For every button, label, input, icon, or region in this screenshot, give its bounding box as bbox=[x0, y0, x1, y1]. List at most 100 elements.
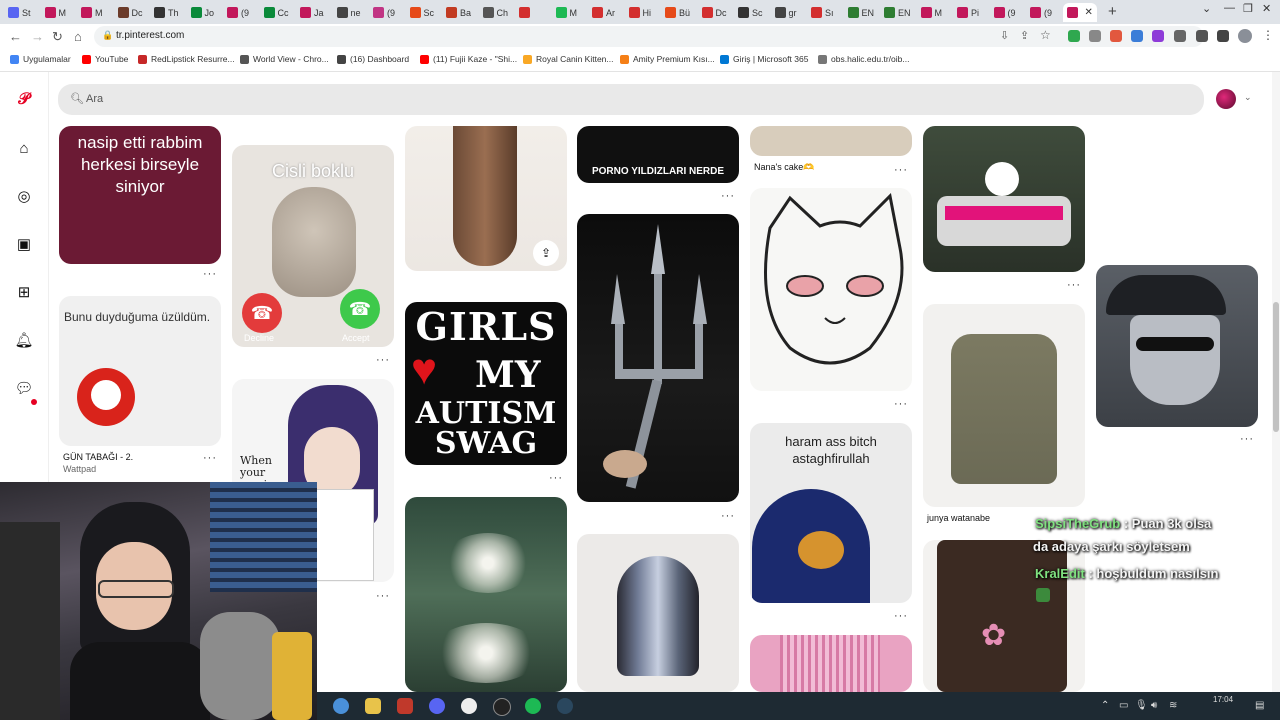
share-icon[interactable]: ⇪ bbox=[533, 240, 559, 266]
bookmark-item[interactable]: Amity Premium Kısı... bbox=[620, 54, 715, 64]
chevron-down-icon[interactable]: ⌄ bbox=[1244, 92, 1252, 103]
address-bar[interactable]: 🔒 tr.pinterest.com ⇩ ⇪ ☆ bbox=[94, 26, 1204, 47]
bookmark-item[interactable]: RedLipstick Resurre... bbox=[138, 54, 235, 64]
pin-card[interactable] bbox=[405, 497, 567, 692]
browser-tab[interactable]: Ja bbox=[296, 3, 331, 22]
chrome-icon[interactable] bbox=[333, 698, 349, 714]
reload-icon[interactable]: ↻ bbox=[52, 29, 63, 45]
browser-tab[interactable]: M bbox=[552, 3, 587, 22]
forward-icon[interactable]: → bbox=[31, 29, 44, 44]
pin-card[interactable] bbox=[1096, 265, 1258, 427]
pin-card[interactable] bbox=[750, 188, 912, 391]
pin-more-icon[interactable]: ··· bbox=[721, 190, 735, 202]
minimize-icon[interactable]: — bbox=[1224, 2, 1235, 14]
pin-title[interactable]: Nana's cake🫶 bbox=[754, 162, 814, 173]
browser-tab[interactable]: Ch bbox=[479, 3, 514, 22]
browser-tab[interactable]: Sc bbox=[734, 3, 769, 22]
scrollbar-thumb[interactable] bbox=[1273, 302, 1279, 432]
browser-tab[interactable]: St bbox=[4, 3, 39, 22]
browser-tab[interactable]: Cc bbox=[260, 3, 295, 22]
bookmark-item[interactable]: World View - Chro... bbox=[240, 54, 329, 64]
chrome-profile-icon[interactable] bbox=[461, 698, 477, 714]
search-bar[interactable]: 🔍︎ Ara bbox=[58, 84, 1204, 115]
browser-tab[interactable]: Ba bbox=[442, 3, 477, 22]
pin-card[interactable]: Bunu duyduğuma üzüldüm. bbox=[59, 296, 221, 446]
profile-avatar[interactable] bbox=[1238, 29, 1252, 43]
obs-icon[interactable] bbox=[493, 698, 511, 716]
bookmark-item[interactable]: obs.halic.edu.tr/oib... bbox=[818, 54, 909, 64]
browser-tab[interactable]: Ar bbox=[588, 3, 623, 22]
browser-tab[interactable]: M bbox=[77, 3, 112, 22]
notifications-bell-icon[interactable]: 🔔︎ bbox=[14, 330, 34, 350]
pin-source[interactable]: Wattpad bbox=[63, 464, 96, 474]
extension-icon[interactable] bbox=[1152, 30, 1164, 42]
pin-card[interactable]: nasip etti rabbim herkesi birseyle siniy… bbox=[59, 126, 221, 264]
pin-card[interactable]: Cisli boklu ☎ ☎ Decline Accept bbox=[232, 145, 394, 347]
browser-tab[interactable]: Th bbox=[150, 3, 185, 22]
pin-card[interactable]: GIRLS ♥ MY AUTISM SWAG bbox=[405, 302, 567, 465]
browser-tab[interactable]: (9 bbox=[990, 3, 1025, 22]
home-icon[interactable]: ⌂ bbox=[14, 138, 34, 158]
close-tab-icon[interactable]: ✕ bbox=[1085, 7, 1093, 18]
new-tab-button[interactable]: + bbox=[1108, 3, 1117, 20]
pin-card[interactable] bbox=[577, 534, 739, 692]
browser-tab[interactable] bbox=[515, 3, 550, 22]
discord-icon[interactable] bbox=[429, 698, 445, 714]
bookmark-item[interactable]: Giriş | Microsoft 365 bbox=[720, 54, 808, 64]
boards-icon[interactable]: ▣ bbox=[14, 234, 34, 254]
browser-tab[interactable]: Hi bbox=[625, 3, 660, 22]
close-window-icon[interactable]: ✕ bbox=[1262, 2, 1271, 15]
back-icon[interactable]: ← bbox=[9, 29, 22, 44]
user-avatar[interactable] bbox=[1216, 89, 1236, 109]
pin-card[interactable] bbox=[750, 126, 912, 156]
bookmark-item[interactable]: (16) Dashboard bbox=[337, 54, 409, 64]
sidebar-icon[interactable] bbox=[1217, 30, 1229, 42]
extensions-puzzle-icon[interactable] bbox=[1174, 30, 1186, 42]
pin-card[interactable]: haram ass bitch astaghfirullah bbox=[750, 423, 912, 603]
extension-icon[interactable] bbox=[1089, 30, 1101, 42]
pin-more-icon[interactable]: ··· bbox=[894, 164, 908, 176]
app-icon[interactable] bbox=[397, 698, 413, 714]
browser-tab[interactable]: M bbox=[917, 3, 952, 22]
tray-icon[interactable]: ▭ bbox=[1119, 700, 1128, 711]
spotify-icon[interactable] bbox=[525, 698, 541, 714]
browser-tab[interactable]: Sc bbox=[406, 3, 441, 22]
pin-more-icon[interactable]: ··· bbox=[894, 398, 908, 410]
pinterest-logo-icon[interactable]: 𝒫 bbox=[14, 90, 34, 110]
pin-card[interactable]: ✿ bbox=[923, 540, 1085, 692]
browser-tab[interactable]: ne bbox=[333, 3, 368, 22]
browser-tab[interactable]: Dc bbox=[114, 3, 149, 22]
pin-card[interactable] bbox=[923, 126, 1085, 272]
pin-card[interactable]: PORNO YILDIZLARI NERDE bbox=[577, 126, 739, 183]
extension-shield-icon[interactable] bbox=[1068, 30, 1080, 42]
restore-icon[interactable]: ❐ bbox=[1243, 2, 1253, 15]
pin-more-icon[interactable]: ··· bbox=[376, 590, 390, 602]
pin-more-icon[interactable]: ··· bbox=[1067, 279, 1081, 291]
browser-tab[interactable]: gr bbox=[771, 3, 806, 22]
pin-title[interactable]: GÜN TABAĞI - 2. bbox=[63, 452, 133, 462]
notification-center-icon[interactable]: ▤ bbox=[1255, 700, 1264, 711]
browser-tab[interactable]: Pi bbox=[953, 3, 988, 22]
steam-icon[interactable] bbox=[557, 698, 573, 714]
extension-icon[interactable] bbox=[1110, 30, 1122, 42]
media-icon[interactable] bbox=[1196, 30, 1208, 42]
page-scrollbar[interactable] bbox=[1272, 72, 1280, 692]
browser-tab[interactable]: EN bbox=[880, 3, 915, 22]
pin-more-icon[interactable]: ··· bbox=[894, 610, 908, 622]
tray-chevron-icon[interactable]: ⌃ bbox=[1101, 700, 1109, 711]
network-icon[interactable]: ≋ bbox=[1169, 700, 1177, 711]
home-icon[interactable]: ⌂ bbox=[74, 29, 82, 44]
explore-compass-icon[interactable]: ◎ bbox=[14, 186, 34, 206]
browser-tab[interactable]: (9 bbox=[1026, 3, 1061, 22]
create-plus-icon[interactable]: ⊞ bbox=[14, 282, 34, 302]
clock-time[interactable]: 17:04 bbox=[1213, 695, 1233, 704]
bookmark-item[interactable]: Uygulamalar bbox=[10, 54, 71, 64]
pin-more-icon[interactable]: ··· bbox=[1240, 433, 1254, 445]
bookmark-item[interactable]: YouTube bbox=[82, 54, 128, 64]
tab-search-icon[interactable]: ⌄ bbox=[1202, 2, 1211, 15]
browser-tab[interactable]: (9 bbox=[369, 3, 404, 22]
share-icon[interactable]: ⇪ bbox=[1020, 29, 1029, 42]
pin-more-icon[interactable]: ··· bbox=[203, 452, 217, 464]
messages-icon[interactable]: 💬︎ bbox=[14, 378, 34, 398]
browser-tab[interactable]: M bbox=[41, 3, 76, 22]
